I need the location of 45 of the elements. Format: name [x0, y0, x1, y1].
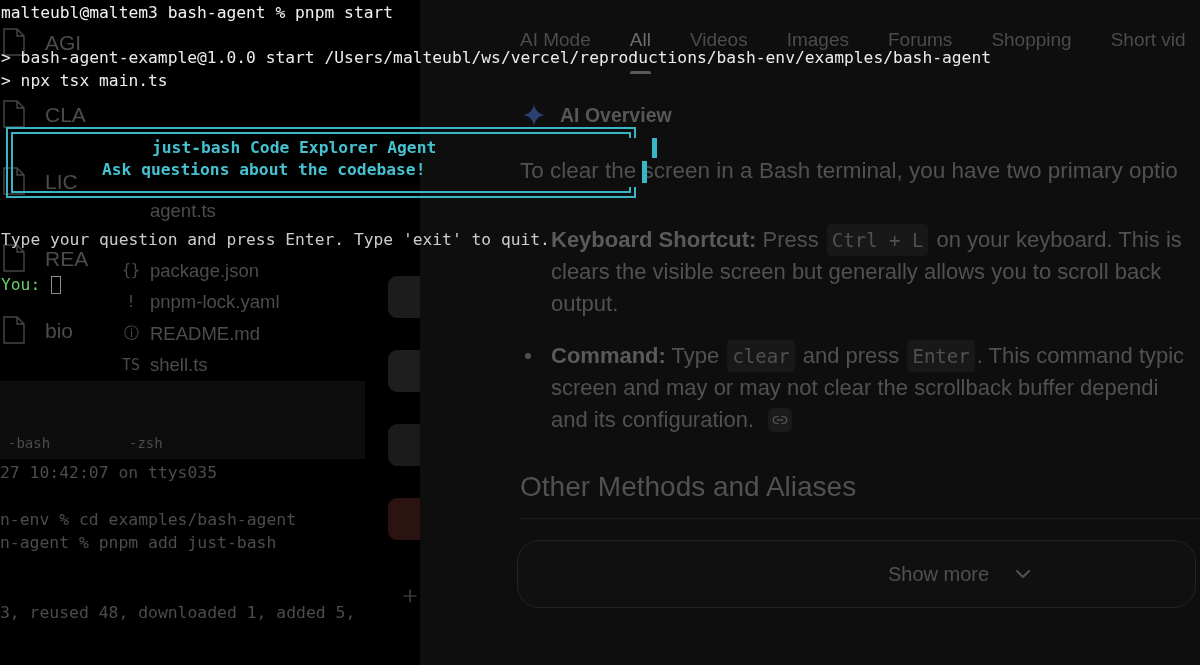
input-prompt: You: — [1, 273, 41, 296]
file-type-glyph: ⓘ — [123, 326, 139, 342]
search-tab[interactable]: Short vid — [1110, 31, 1186, 49]
terminal-output-line: n-agent % pnpm add just-bash — [0, 532, 277, 554]
search-tab[interactable]: Forums — [887, 31, 953, 49]
app-icon[interactable] — [388, 276, 420, 318]
file-name[interactable]: CLA — [45, 103, 86, 125]
app-icon[interactable] — [388, 424, 420, 466]
cursor-icon — [51, 276, 61, 295]
banner-title: just-bash Code Explorer Agent — [152, 136, 437, 159]
terminal-output-line: n-env % cd examples/bash-agent — [0, 508, 297, 531]
bullet-text: Command: Type clear and press Enter . This command typic screen and may or may not clear the scrollback buffer dependi and its configuration. — [551, 340, 1185, 436]
overview-title: AI Overview — [560, 105, 672, 125]
script-output-line: > npx tsx main.ts — [1, 69, 168, 92]
show-more-button[interactable]: Show more — [517, 540, 1196, 608]
file-type-glyph: TS — [121, 357, 141, 373]
explorer-item[interactable]: shell.ts — [150, 356, 208, 375]
terminal-tab[interactable]: -bash — [8, 435, 51, 451]
search-tab[interactable]: Shopping — [991, 31, 1072, 49]
file-icon[interactable] — [3, 100, 25, 128]
command-line: malteubl@maltem3 bash-agent % pnpm start — [1, 1, 394, 24]
file-icon[interactable] — [3, 167, 25, 195]
explorer-item[interactable]: pnpm-lock.yaml — [150, 293, 280, 312]
terminal-output-line: 3, reused 48, downloaded 1, added 5, — [0, 601, 356, 624]
explorer-item[interactable]: README.md — [150, 324, 260, 343]
search-tab[interactable]: Videos — [689, 31, 748, 49]
file-type-glyph: {} — [121, 263, 141, 279]
explorer-item[interactable]: agent.ts — [150, 201, 216, 220]
explorer-item[interactable]: package.json — [150, 261, 260, 280]
app-icon[interactable] — [388, 350, 420, 392]
search-tab[interactable]: AI Mode — [520, 31, 591, 49]
sparkle-icon — [523, 104, 545, 126]
search-tab[interactable]: All — [629, 31, 651, 49]
banner-subtitle: Ask questions about the codebase! — [102, 159, 426, 182]
link-icon[interactable] — [768, 408, 793, 432]
file-name[interactable]: LIC — [45, 170, 78, 192]
section-heading: Other Methods and Aliases — [520, 470, 857, 504]
tab-indicator — [629, 71, 651, 74]
bullet-text: Keyboard Shortcut: Press Ctrl + L on your keyboard. This is clears the visible screen but generally allows you to scroll back output. — [551, 224, 1182, 320]
file-name[interactable]: bio — [45, 319, 74, 341]
terminal-output-line: 27 10:42:07 on ttys035 — [0, 462, 218, 485]
app-icon[interactable] — [388, 498, 420, 540]
search-tab[interactable]: Images — [786, 31, 849, 49]
terminal-tab[interactable]: -zsh — [129, 435, 163, 451]
file-type-glyph: ! — [126, 294, 136, 310]
